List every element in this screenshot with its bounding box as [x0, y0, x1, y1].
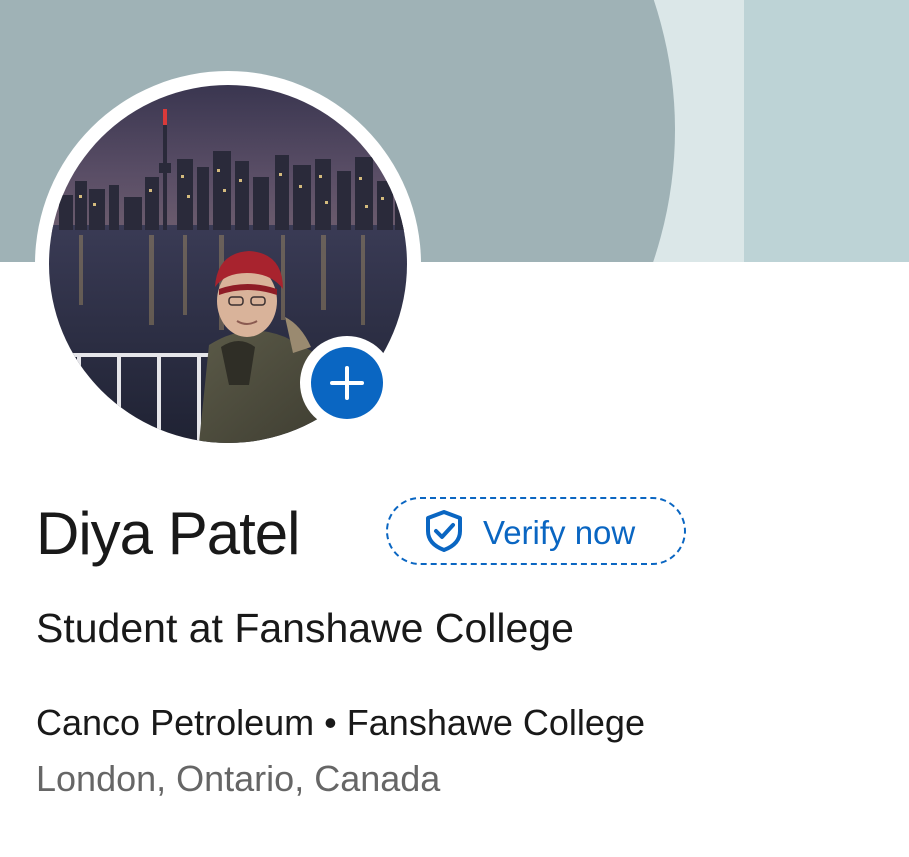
- profile-name: Diya Patel: [36, 500, 300, 567]
- profile-headline: Student at Fanshawe College: [36, 605, 574, 651]
- verify-now-button[interactable]: Verify now: [386, 497, 686, 565]
- banner-right-band: [744, 0, 909, 262]
- school-link[interactable]: Fanshawe College: [347, 702, 645, 743]
- company-link[interactable]: Canco Petroleum: [36, 702, 314, 743]
- plus-icon: [311, 347, 383, 419]
- add-photo-button[interactable]: [300, 336, 394, 430]
- shield-check-icon: [426, 510, 462, 552]
- profile-experience: Canco Petroleum • Fanshawe College: [36, 700, 645, 746]
- profile-page: Diya Patel Verify now Student at Fanshaw…: [0, 0, 909, 857]
- separator-dot: •: [324, 702, 337, 743]
- verify-now-label: Verify now: [483, 514, 636, 551]
- profile-location: London, Ontario, Canada: [36, 758, 441, 799]
